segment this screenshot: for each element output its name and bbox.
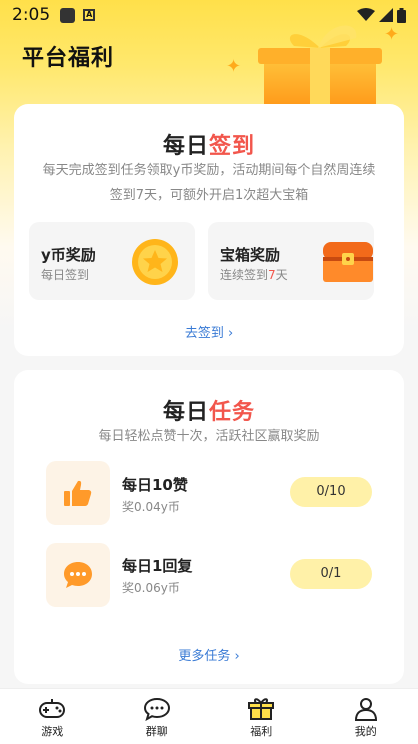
nav-label: 福利 [250, 725, 273, 738]
chest-reward-subtitle: 连续签到7天 [220, 266, 288, 283]
task-icon-box [46, 461, 110, 525]
nav-label: 游戏 [41, 725, 64, 738]
coin-reward-box[interactable]: y币奖励 每日签到 [29, 222, 195, 300]
signal-icon [379, 8, 393, 22]
treasure-chest-icon [323, 242, 373, 282]
checkin-desc-line1: 每天完成签到任务领取y币奖励，活动期间每个自然周连续 [42, 163, 376, 178]
coin-reward-subtitle: 每日签到 [41, 268, 90, 282]
task-title: 每日10赞 [122, 476, 188, 494]
gamepad-icon [39, 699, 66, 718]
tasks-heading-highlight: 任务 [209, 400, 256, 425]
nav-label: 群聊 [145, 725, 168, 738]
nav-item-profile[interactable]: 我的 [314, 689, 418, 744]
coin-reward-title: y币奖励 [41, 246, 96, 264]
task-progress-badge[interactable]: 0/10 [290, 477, 372, 507]
go-checkin-label: 去签到 [184, 326, 224, 341]
gift-icon [248, 698, 275, 720]
chevron-right-icon: › [227, 326, 234, 341]
coin-icon [132, 239, 178, 285]
tasks-heading-prefix: 每日 [162, 400, 209, 425]
checkin-heading-prefix: 每日 [162, 134, 209, 159]
bottom-navigation: 游戏 群聊 福利 我的 [0, 688, 418, 744]
nav-item-group-chat[interactable]: 群聊 [105, 689, 210, 744]
task-icon-box [46, 543, 110, 607]
daily-checkin-card: 每日签到 每天完成签到任务领取y币奖励，活动期间每个自然周连续 签到7天，可额外… [14, 104, 404, 356]
checkin-description: 每天完成签到任务领取y币奖励，活动期间每个自然周连续 签到7天，可额外开启1次超… [28, 158, 390, 208]
chevron-right-icon: › [234, 649, 240, 664]
nav-label: 我的 [354, 725, 377, 738]
go-checkin-link[interactable]: 去签到 › [14, 322, 404, 341]
sparkle-icon: ✦ [384, 24, 400, 45]
more-tasks-link[interactable]: 更多任务 › [14, 645, 404, 664]
page-title: 平台福利 [22, 46, 115, 71]
task-progress-badge[interactable]: 0/1 [290, 559, 372, 589]
letter-notification-icon: A [83, 9, 96, 21]
more-tasks-label: 更多任务 [178, 649, 231, 664]
chest-sub-days: 7 [268, 268, 276, 282]
chat-bubble-icon [64, 562, 92, 588]
chest-sub-suffix: 天 [275, 268, 288, 282]
nav-item-games[interactable]: 游戏 [0, 689, 105, 744]
user-icon [354, 698, 377, 721]
nav-item-welfare[interactable]: 福利 [209, 689, 314, 744]
wifi-icon [357, 8, 375, 21]
task-reward: 奖0.04y币 [122, 500, 180, 514]
checkin-heading-highlight: 签到 [209, 134, 256, 159]
chat-icon [143, 697, 170, 721]
tasks-heading: 每日任务 [14, 394, 404, 426]
checkin-desc-line2: 签到7天，可额外开启1次超大宝箱 [109, 188, 309, 203]
daily-tasks-card: 每日任务 每日轻松点赞十次，活跃社区赢取奖励 每日10赞 奖0.04y币 0/1… [14, 370, 404, 684]
gift-box-illustration [258, 25, 382, 106]
task-reward: 奖0.06y币 [122, 581, 180, 595]
sparkle-icon: ✦ [226, 56, 242, 77]
chest-reward-title: 宝箱奖励 [220, 246, 281, 264]
status-time: 2:05 [12, 5, 51, 25]
chest-reward-box[interactable]: 宝箱奖励 连续签到7天 [208, 222, 374, 300]
task-title: 每日1回复 [122, 557, 193, 575]
chest-sub-prefix: 连续签到 [220, 268, 269, 282]
app-notification-icon [60, 7, 76, 23]
tasks-description: 每日轻松点赞十次，活跃社区赢取奖励 [98, 429, 320, 444]
thumbs-up-icon [64, 480, 92, 506]
battery-icon [397, 7, 406, 23]
checkin-heading: 每日签到 [14, 128, 404, 160]
